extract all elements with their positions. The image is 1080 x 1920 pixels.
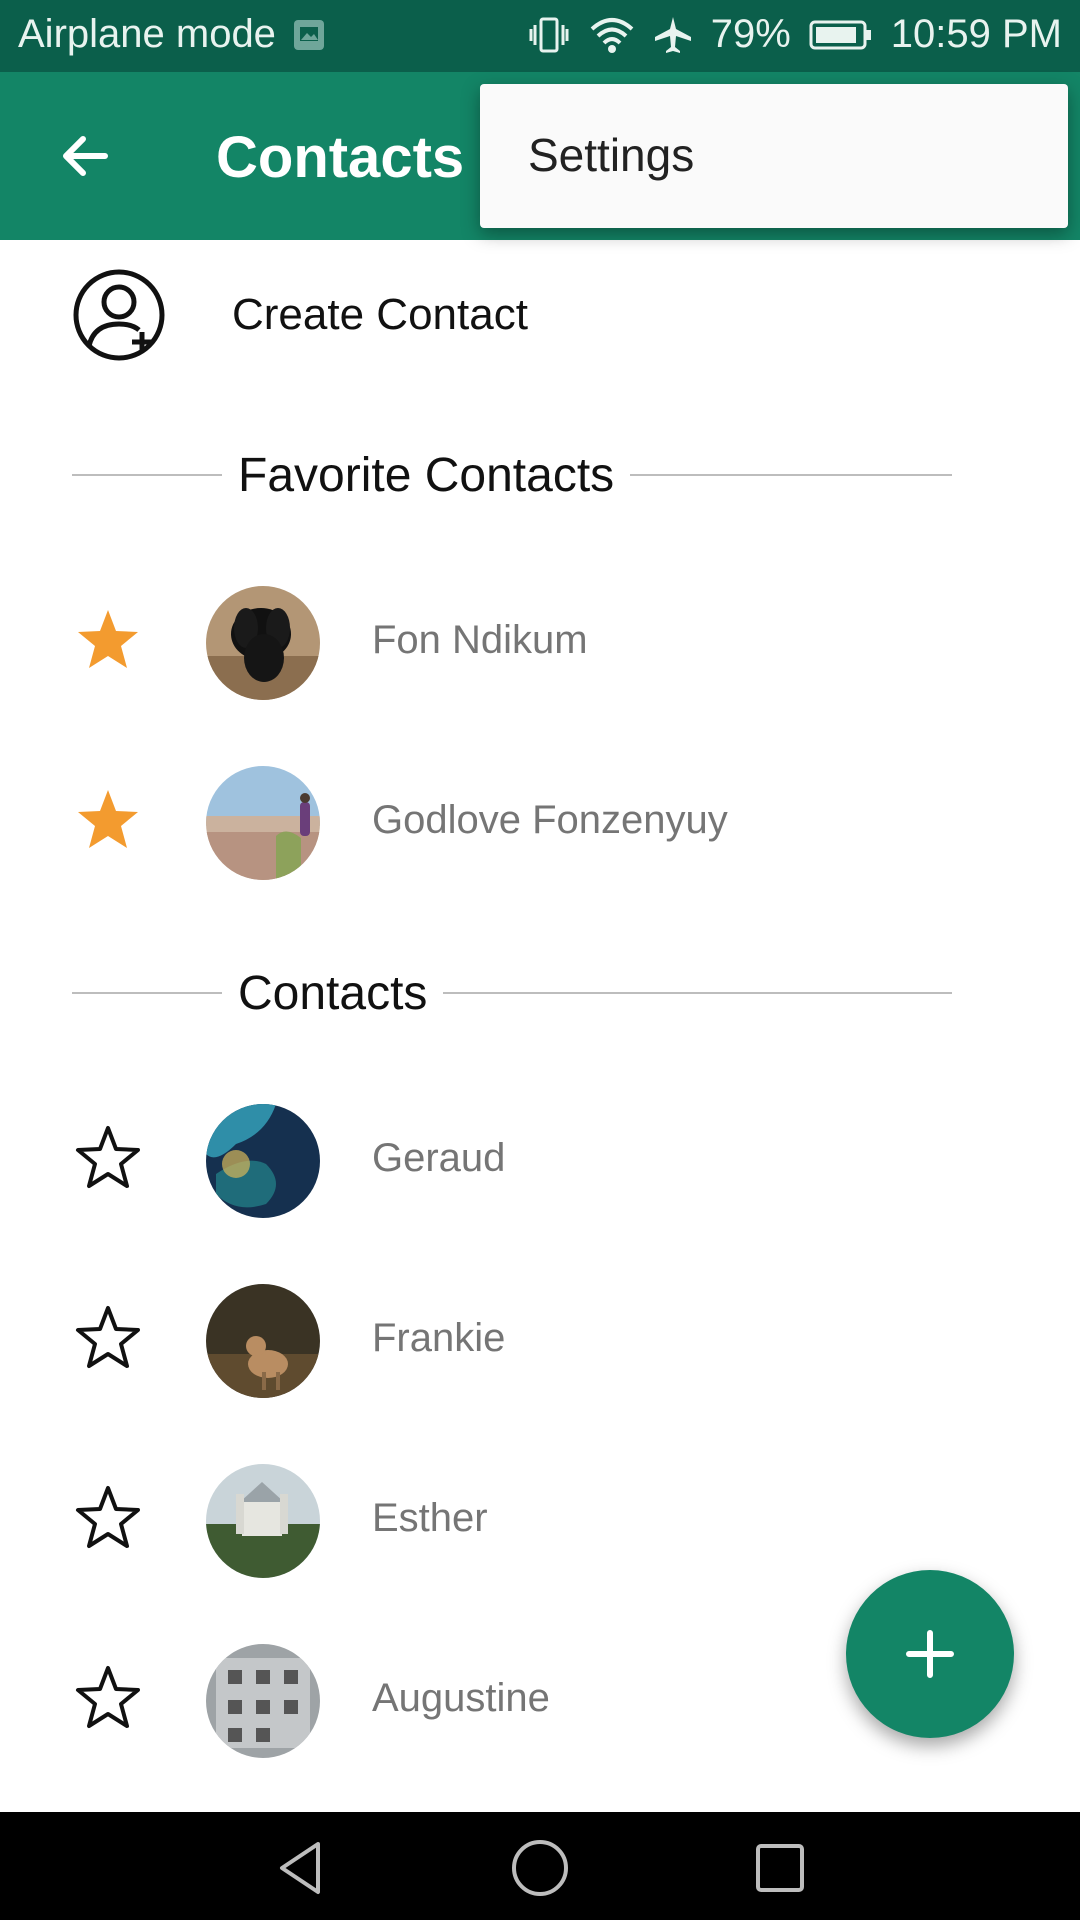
star-outline-icon[interactable] — [72, 1662, 144, 1734]
avatar — [206, 1104, 320, 1218]
system-nav-bar — [0, 1812, 1080, 1920]
list-item[interactable]: Godlove Fonzenyuy — [0, 726, 1080, 906]
avatar — [206, 1644, 320, 1758]
star-filled-icon[interactable] — [72, 784, 144, 856]
avatar — [206, 1284, 320, 1398]
contact-name: Augustine — [372, 1676, 550, 1720]
create-contact-label: Create Contact — [232, 290, 528, 339]
home-circle-icon[interactable] — [508, 1836, 572, 1900]
back-triangle-icon[interactable] — [270, 1836, 334, 1900]
menu-item-settings[interactable]: Settings — [528, 128, 694, 182]
favorites-section-header: Favorite Contacts — [72, 436, 952, 516]
back-button[interactable] — [48, 120, 120, 192]
wifi-icon — [589, 15, 635, 55]
list-item[interactable]: Geraud — [0, 1064, 1080, 1244]
airplane-mode-text: Airplane mode — [18, 12, 276, 56]
contact-name: Frankie — [372, 1316, 506, 1360]
add-person-icon — [73, 269, 165, 361]
contact-name: Geraud — [372, 1136, 506, 1180]
contact-name: Godlove Fonzenyuy — [372, 798, 728, 842]
favorites-header-label: Favorite Contacts — [222, 448, 631, 503]
airplane-icon — [653, 15, 693, 55]
contact-name: Fon Ndikum — [372, 618, 588, 662]
create-contact-row[interactable]: Create Contact — [0, 240, 1080, 390]
star-filled-icon[interactable] — [72, 604, 144, 676]
star-outline-icon[interactable] — [72, 1482, 144, 1554]
list-item[interactable]: Fon Ndikum — [0, 546, 1080, 726]
avatar — [206, 766, 320, 880]
star-outline-icon[interactable] — [72, 1302, 144, 1374]
contact-name: Esther — [372, 1496, 488, 1540]
plus-icon — [906, 1630, 954, 1678]
vibrate-icon — [527, 15, 571, 55]
status-bar: Airplane mode 79% 10:59 PM — [0, 0, 1080, 72]
image-notification-icon — [292, 18, 326, 52]
avatar — [206, 586, 320, 700]
add-contact-fab[interactable] — [846, 1570, 1014, 1738]
recents-square-icon[interactable] — [748, 1836, 812, 1900]
contacts-section-header: Contacts — [72, 954, 952, 1034]
overflow-menu: Settings — [480, 84, 1068, 228]
battery-icon — [809, 18, 873, 52]
list-item[interactable]: Frankie — [0, 1244, 1080, 1424]
divider — [72, 992, 952, 994]
contacts-header-label: Contacts — [222, 966, 444, 1021]
clock-time: 10:59 PM — [890, 12, 1062, 56]
star-outline-icon[interactable] — [72, 1122, 144, 1194]
avatar — [206, 1464, 320, 1578]
battery-percent: 79% — [710, 12, 791, 56]
arrow-back-icon — [63, 136, 108, 176]
page-title: Contacts — [216, 125, 465, 190]
